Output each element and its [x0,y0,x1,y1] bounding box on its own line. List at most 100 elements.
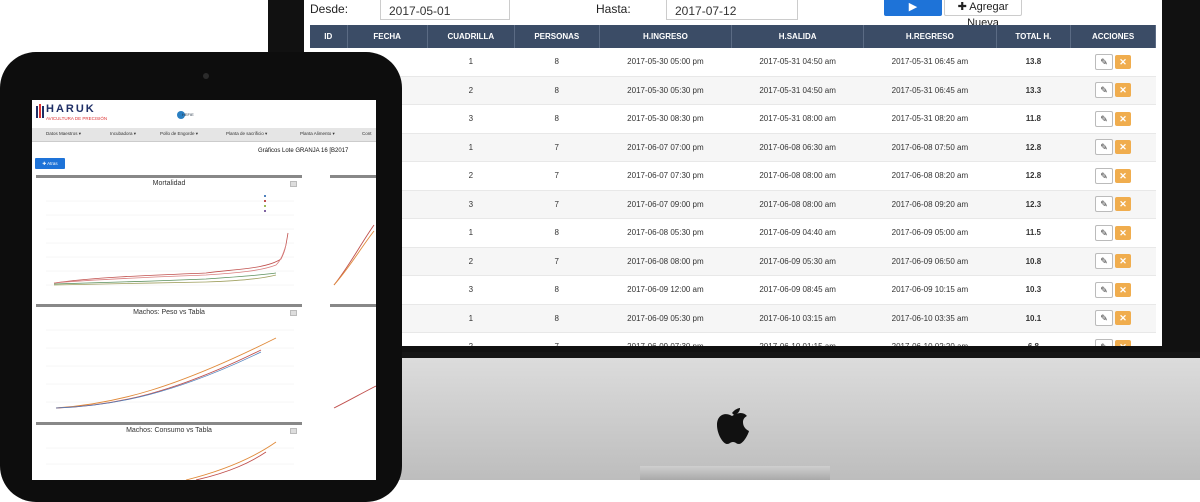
cell-h-salida: 2017-05-31 04:50 am [731,48,864,77]
cell-total-h: 6.8 [996,332,1071,346]
col-h-salida[interactable]: H.SALIDA [731,25,865,48]
cell-h-ingreso: 2017-06-09 07:30 pm [599,332,732,346]
cell-h-ingreso: 2017-06-07 09:00 pm [599,190,732,219]
cell-cuadrilla: 2 [427,161,515,191]
cell-cuadrilla: 2 [427,247,515,276]
cell-total-h: 12.8 [996,161,1071,191]
nav-datos-maestros[interactable]: Datos Maestros ▾ [46,131,81,137]
cell-h-salida: 2017-06-08 08:00 am [731,161,864,191]
cell-h-regreso: 2017-06-10 02:20 am [863,332,997,346]
cell-h-ingreso: 2017-06-08 05:30 pm [599,218,732,248]
table-header-row: ID FECHA CUADRILLA PERSONAS H.INGRESO H.… [310,25,1156,48]
mortalidad-chart-panel: Mortalidad [36,175,302,295]
cell-personas: 8 [514,304,600,333]
chart-menu-icon[interactable] [290,181,297,187]
haruk-logo-icon [36,104,44,118]
cell-h-ingreso: 2017-06-09 12:00 am [599,275,732,305]
delete-icon[interactable]: ✕ [1115,197,1132,212]
imac-stand [640,466,830,480]
chart-menu-icon[interactable] [290,310,297,316]
delete-icon[interactable]: ✕ [1115,339,1132,346]
delete-icon[interactable]: ✕ [1115,140,1132,155]
cell-acciones: ✎✕ [1070,218,1156,248]
edit-icon[interactable]: ✎ [1095,281,1114,298]
consumo-chart-panel: Machos: Consumo vs Tabla [36,422,302,480]
ipad-screen: HARUK AVICULTURA DE PRECISIÓN HEFIE Dato… [32,100,376,480]
cell-h-ingreso: 2017-06-07 07:30 pm [599,161,732,191]
edit-icon[interactable]: ✎ [1095,253,1114,270]
table-row: 1 7 2017-06-07 07:00 pm 2017-06-08 06:30 am… [310,133,1156,162]
cell-h-ingreso: 2017-05-30 08:30 pm [599,104,732,134]
col-h-ingreso[interactable]: H.INGRESO [599,25,733,48]
hasta-date-input[interactable]: 2017-07-12 [666,0,798,20]
delete-icon[interactable]: ✕ [1115,225,1132,240]
edit-icon[interactable]: ✎ [1095,310,1114,327]
edit-icon[interactable]: ✎ [1095,53,1114,70]
consultar-button[interactable]: ▶ Consultar [884,0,942,31]
panel-top-bar [330,175,376,178]
col-fecha[interactable]: FECHA [347,25,428,48]
cell-h-salida: 2017-06-08 08:00 am [731,190,864,219]
table-row: 1 8 2017-06-08 05:30 pm 2017-06-09 04:40 am… [310,218,1156,248]
cell-total-h: 12.3 [996,190,1071,219]
nav-pollo-engorde[interactable]: Pollo de Engorde ▾ [160,131,198,137]
cell-acciones: ✎✕ [1070,161,1156,191]
table-row: 272017-06-09 07:30 pm2017-06-10 01:15 am… [310,332,1156,346]
panel-top-bar [36,304,302,307]
cell-h-salida: 2017-06-10 03:15 am [731,304,864,333]
col-total-h[interactable]: TOTAL H. [996,25,1072,48]
peso-chart [46,329,294,409]
col-acciones: ACCIONES [1070,25,1156,48]
atras-button[interactable]: ✚ Atras [35,158,65,169]
cell-acciones: ✎✕ [1070,332,1156,346]
delete-icon[interactable]: ✕ [1115,168,1132,183]
edit-icon[interactable]: ✎ [1095,224,1114,241]
cell-h-regreso: 2017-06-09 05:00 am [863,218,997,248]
nav-planta-alimento[interactable]: Planta Alimento ▾ [300,131,335,137]
cell-acciones: ✎✕ [1070,304,1156,333]
edit-icon[interactable]: ✎ [1095,139,1114,156]
ipad-camera [203,73,209,79]
delete-icon[interactable]: ✕ [1115,83,1132,98]
col-personas[interactable]: PERSONAS [514,25,600,48]
col-h-regreso[interactable]: H.REGRESO [863,25,997,48]
nav-incubadora[interactable]: Incubadora ▾ [110,131,136,137]
cell-total-h: 11.5 [996,218,1071,248]
agregar-nueva-button[interactable]: ✚ Agregar Nueva [944,0,1022,29]
consumo-title: Machos: Consumo vs Tabla [126,427,212,434]
delete-icon[interactable]: ✕ [1115,111,1132,126]
nav-planta-sacrificio[interactable]: Planta de sacrificio ▾ [226,131,267,137]
imac-screen: Desde: 2017-05-01 Hasta: 2017-07-12 ▶ Co… [304,0,1162,346]
edit-icon[interactable]: ✎ [1095,167,1114,184]
table-row: 2 7 2017-06-07 07:30 pm 2017-06-08 08:00 am… [310,161,1156,191]
cell-total-h: 10.8 [996,247,1071,276]
edit-icon[interactable]: ✎ [1095,82,1114,99]
cell-personas: 8 [514,218,600,248]
edit-icon[interactable]: ✎ [1095,196,1114,213]
cell-total-h: 13.3 [996,76,1071,105]
cell-personas: 7 [514,190,600,219]
desde-label: Desde: [310,2,349,16]
edit-icon[interactable]: ✎ [1095,110,1114,127]
cell-h-salida: 2017-06-09 04:40 am [731,218,864,248]
delete-icon[interactable]: ✕ [1115,311,1132,326]
cell-h-ingreso: 2017-06-07 07:00 pm [599,133,732,162]
table-row: 3 8 2017-05-30 08:30 pm 2017-05-31 08:00 am… [310,104,1156,134]
delete-icon[interactable]: ✕ [1115,254,1132,269]
col-id[interactable]: ID [310,25,348,48]
delete-icon[interactable]: ✕ [1115,54,1132,69]
chart-menu-icon[interactable] [290,428,297,434]
col-cuadrilla[interactable]: CUADRILLA [427,25,515,48]
cell-personas: 8 [514,76,600,105]
nav-cont[interactable]: Cont [362,131,372,136]
cell-cuadrilla: 3 [427,275,515,305]
table-row: 2 7 2017-06-08 08:00 pm 2017-06-09 05:30 am… [310,247,1156,276]
desde-date-input[interactable]: 2017-05-01 [380,0,510,20]
cell-h-ingreso: 2017-05-30 05:30 pm [599,76,732,105]
panel-top-bar [36,175,302,178]
edit-icon[interactable]: ✎ [1095,338,1114,346]
cell-cuadrilla: 2 [427,76,515,105]
delete-icon[interactable]: ✕ [1115,282,1132,297]
panel-top-bar [330,304,376,307]
panel-top-bar [36,422,302,425]
